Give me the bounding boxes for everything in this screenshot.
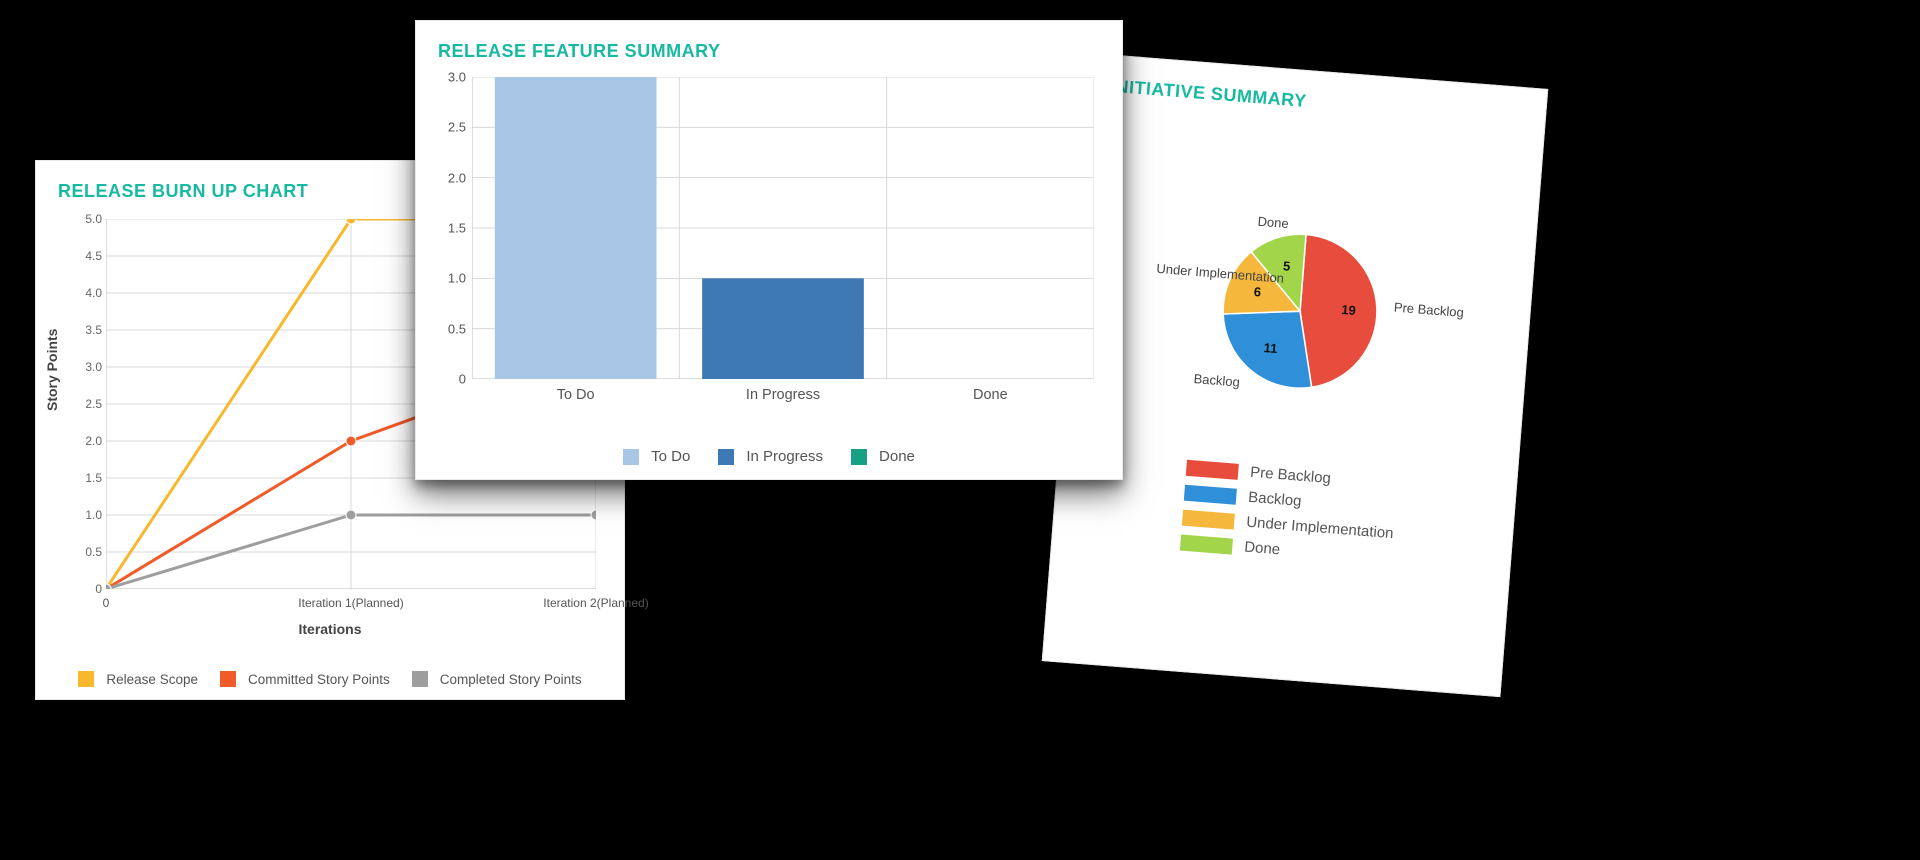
x-tick: 0 bbox=[103, 596, 110, 610]
y-tick: 1.5 bbox=[436, 221, 466, 236]
pie-value: 11 bbox=[1263, 340, 1278, 356]
legend-swatch bbox=[220, 671, 236, 687]
legend-label: To Do bbox=[651, 448, 690, 465]
y-tick: 2.0 bbox=[436, 170, 466, 185]
legend-label: Committed Story Points bbox=[248, 672, 390, 687]
y-tick: 0.5 bbox=[436, 321, 466, 336]
y-tick: 1.0 bbox=[72, 508, 102, 522]
y-tick: 3.0 bbox=[72, 360, 102, 374]
legend-label: Completed Story Points bbox=[440, 672, 582, 687]
x-tick: Iteration 1(Planned) bbox=[298, 596, 403, 610]
legend-item: In Progress bbox=[718, 448, 823, 465]
feature-legend: To Do In Progress Done bbox=[416, 448, 1122, 465]
y-tick: 2.0 bbox=[72, 434, 102, 448]
x-tick: In Progress bbox=[746, 387, 820, 403]
y-tick: 4.0 bbox=[72, 286, 102, 300]
chart-title: RELEASE FEATURE SUMMARY bbox=[438, 41, 1102, 62]
legend-swatch bbox=[851, 449, 867, 465]
pie-value: 5 bbox=[1283, 258, 1291, 274]
x-tick: To Do bbox=[557, 387, 595, 403]
y-tick: 0 bbox=[72, 582, 102, 596]
legend-label: Release Scope bbox=[106, 672, 198, 687]
legend-item: Done bbox=[851, 448, 915, 465]
legend-item: Release Scope bbox=[78, 671, 198, 687]
y-tick: 0.5 bbox=[72, 545, 102, 559]
legend-swatch bbox=[78, 671, 94, 687]
legend-swatch bbox=[1184, 484, 1237, 504]
feature-svg bbox=[472, 77, 1094, 379]
pie-value: 6 bbox=[1253, 284, 1261, 300]
x-tick: Iteration 2(Planned) bbox=[543, 596, 648, 610]
legend-swatch bbox=[412, 671, 428, 687]
legend-item: Done bbox=[1180, 534, 1281, 559]
legend-label: Done bbox=[879, 448, 915, 465]
legend-label: Pre Backlog bbox=[1250, 464, 1332, 487]
y-tick: 5.0 bbox=[72, 212, 102, 226]
legend-label: Backlog bbox=[1248, 489, 1303, 510]
legend-swatch bbox=[623, 449, 639, 465]
legend-swatch bbox=[1186, 459, 1239, 479]
y-tick: 1.0 bbox=[436, 271, 466, 286]
legend-label: Under Implementation bbox=[1246, 514, 1394, 543]
legend-swatch bbox=[1180, 534, 1233, 554]
y-tick: 3.5 bbox=[72, 323, 102, 337]
pie-value: 19 bbox=[1341, 301, 1357, 317]
y-tick: 4.5 bbox=[72, 249, 102, 263]
x-axis-label: Iterations bbox=[36, 621, 624, 637]
legend-item: To Do bbox=[623, 448, 690, 465]
legend-item: Completed Story Points bbox=[412, 671, 582, 687]
chart-title: INITIATIVE SUMMARY bbox=[1109, 76, 1525, 130]
legend-swatch bbox=[718, 449, 734, 465]
legend-swatch bbox=[1182, 509, 1235, 529]
y-tick: 2.5 bbox=[72, 397, 102, 411]
y-tick: 0 bbox=[436, 372, 466, 387]
legend-item: Pre Backlog bbox=[1186, 459, 1332, 487]
feature-plot bbox=[472, 77, 1094, 379]
y-tick: 3.0 bbox=[436, 70, 466, 85]
pie-slice-label: Done bbox=[1257, 213, 1289, 230]
x-tick: Done bbox=[973, 387, 1008, 403]
pie-wrap bbox=[1062, 164, 1539, 459]
burnup-legend: Release Scope Committed Story Points Com… bbox=[36, 671, 624, 687]
y-tick: 1.5 bbox=[72, 471, 102, 485]
legend-item: Backlog bbox=[1184, 484, 1302, 510]
legend-label: In Progress bbox=[746, 448, 823, 465]
y-axis-label: Story Points bbox=[44, 329, 60, 411]
y-tick: 2.5 bbox=[436, 120, 466, 135]
release-feature-summary-chart: RELEASE FEATURE SUMMARY 0 0.5 1.0 1.5 2.0 2.5… bbox=[415, 20, 1123, 480]
legend-label: Done bbox=[1244, 539, 1281, 559]
legend-item: Committed Story Points bbox=[220, 671, 390, 687]
